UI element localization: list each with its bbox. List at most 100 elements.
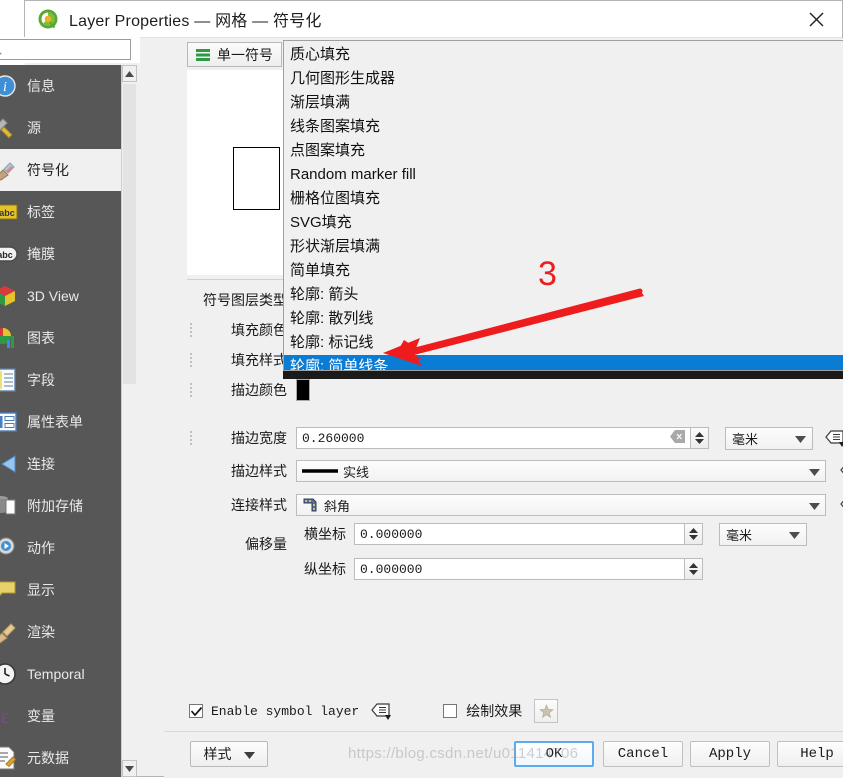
stroke-color-label: 描边颜色 <box>199 380 287 400</box>
list-item[interactable]: Random marker fill <box>284 163 843 187</box>
sidebar-item-label: 附加存储 <box>27 496 83 516</box>
sidebar-item-diagrams[interactable]: 图表 <box>0 317 129 359</box>
sidebar-item-3d-view[interactable]: 3D View <box>0 275 129 317</box>
stroke-color-swatch[interactable] <box>296 379 310 401</box>
sidebar-item-label: 元数据 <box>27 748 69 768</box>
display-icon <box>0 577 18 603</box>
sidebar-item-fields[interactable]: 字段 <box>0 359 129 401</box>
scroll-down-icon[interactable] <box>122 760 137 777</box>
drag-handle[interactable] <box>189 430 193 446</box>
sidebar-item-labels[interactable]: abc 标签 <box>0 191 129 233</box>
stroke-width-row: 描边宽度 0.260000 毫米 <box>187 427 843 449</box>
join-style-row: 连接样式 斜角 <box>187 494 843 516</box>
window-title: Layer Properties — 网格 — 符号化 <box>69 7 322 31</box>
attributes-form-icon <box>0 409 18 435</box>
offset-y-stepper[interactable] <box>685 558 703 580</box>
scroll-up-icon[interactable] <box>122 65 137 82</box>
metadata-icon <box>0 745 18 771</box>
sidebar-item-label: 掩膜 <box>27 244 55 264</box>
search-icon <box>0 42 2 58</box>
draw-effects-checkbox[interactable] <box>443 704 457 718</box>
list-item[interactable]: 渐层填满 <box>284 91 843 115</box>
offset-x-stepper[interactable] <box>685 523 703 545</box>
list-item[interactable]: 轮廓: 标记线 <box>284 331 843 355</box>
data-defined-override-icon[interactable] <box>838 493 843 517</box>
list-item[interactable]: SVG填充 <box>284 211 843 235</box>
sidebar-item-label: 符号化 <box>27 160 69 180</box>
fields-icon <box>0 367 18 393</box>
drag-handle[interactable] <box>189 322 193 338</box>
sidebar-item-label: Temporal <box>27 666 85 682</box>
title-bar: Layer Properties — 网格 — 符号化 <box>25 1 842 38</box>
sidebar-item-attributes-form[interactable]: 属性表单 <box>0 401 129 443</box>
join-style-value: 斜角 <box>324 496 350 515</box>
list-item[interactable]: 轮廓: 散列线 <box>284 307 843 331</box>
list-item[interactable]: 质心填充 <box>284 43 843 67</box>
sidebar-item-label: 属性表单 <box>27 412 83 432</box>
search-input[interactable] <box>5 42 129 58</box>
help-button[interactable]: Help <box>777 741 843 767</box>
sidebar-item-symbology[interactable]: 符号化 <box>0 149 129 191</box>
sidebar-item-label: 源 <box>27 118 41 138</box>
sidebar-item-rendering[interactable]: 渲染 <box>0 611 129 653</box>
chevron-down-icon <box>809 464 820 479</box>
offset-y-input[interactable]: 0.000000 <box>354 558 685 580</box>
offset-x-label: 横坐标 <box>284 524 346 544</box>
stroke-style-label: 描边样式 <box>199 461 287 481</box>
sidebar-item-variables[interactable]: ε 变量 <box>0 695 129 737</box>
stroke-style-row: 描边样式 实线 <box>187 460 843 482</box>
sidebar-item-temporal[interactable]: Temporal <box>0 653 129 695</box>
list-item[interactable]: 栅格位图填充 <box>284 187 843 211</box>
list-item[interactable]: 形状渐层填满 <box>284 235 843 259</box>
properties-sidebar: i 信息 源 符号化 <box>0 65 129 777</box>
stroke-style-combo[interactable]: 实线 <box>296 460 826 482</box>
apply-button[interactable]: Apply <box>690 741 770 767</box>
clear-value-icon[interactable] <box>670 430 685 447</box>
search-box[interactable] <box>0 39 131 60</box>
cancel-button[interactable]: Cancel <box>603 741 683 767</box>
sidebar-item-display[interactable]: 显示 <box>0 569 129 611</box>
offset-y-row: 纵坐标 0.000000 <box>284 558 703 580</box>
annotation-number: 3 <box>538 255 557 294</box>
list-item-selected[interactable]: 轮廓: 简单线条 <box>284 355 843 371</box>
symbol-layer-type-dropdown[interactable]: 质心填充 几何图形生成器 渐层填满 线条图案填充 点图案填充 Random ma… <box>283 40 843 371</box>
join-style-combo[interactable]: 斜角 <box>296 494 826 516</box>
scrollbar-thumb[interactable] <box>123 84 136 384</box>
sidebar-item-information[interactable]: i 信息 <box>0 65 129 107</box>
stroke-style-value: 实线 <box>343 462 369 481</box>
sidebar-item-label: 显示 <box>27 580 55 600</box>
diagrams-icon <box>0 325 18 351</box>
sidebar-item-source[interactable]: 源 <box>0 107 129 149</box>
offset-y-value: 0.000000 <box>360 562 422 577</box>
drag-handle[interactable] <box>189 352 193 368</box>
temporal-icon <box>0 661 18 687</box>
stroke-width-stepper[interactable] <box>691 427 709 449</box>
sidebar-item-label: 字段 <box>27 370 55 390</box>
star-effects-icon[interactable] <box>534 699 558 723</box>
list-item[interactable]: 轮廓: 箭头 <box>284 283 843 307</box>
enable-symbol-layer-checkbox[interactable] <box>189 704 203 718</box>
data-defined-override-icon[interactable] <box>838 459 843 483</box>
close-icon[interactable] <box>796 4 836 34</box>
data-defined-override-icon[interactable] <box>371 702 391 720</box>
sidebar-item-metadata[interactable]: 元数据 <box>0 737 129 777</box>
single-symbol-icon <box>195 48 211 62</box>
sidebar-scrollbar[interactable] <box>121 65 137 777</box>
list-item[interactable]: 几何图形生成器 <box>284 67 843 91</box>
sidebar-item-actions[interactable]: 动作 <box>0 527 129 569</box>
sidebar-item-masks[interactable]: abc 掩膜 <box>0 233 129 275</box>
stroke-width-input[interactable]: 0.260000 <box>296 427 691 449</box>
symbol-preview-swatch <box>233 147 280 210</box>
offset-x-input[interactable]: 0.000000 <box>354 523 685 545</box>
offset-unit-combo[interactable]: 毫米 <box>719 523 807 546</box>
chevron-down-icon <box>795 431 806 446</box>
stroke-width-unit-combo[interactable]: 毫米 <box>725 427 813 450</box>
list-item[interactable]: 线条图案填充 <box>284 115 843 139</box>
renderer-type-combo[interactable]: 单一符号 <box>187 42 282 67</box>
list-item[interactable]: 简单填充 <box>284 259 843 283</box>
data-defined-override-icon[interactable] <box>823 426 843 450</box>
list-item[interactable]: 点图案填充 <box>284 139 843 163</box>
sidebar-item-auxiliary-storage[interactable]: 附加存储 <box>0 485 129 527</box>
sidebar-item-joins[interactable]: 连接 <box>0 443 129 485</box>
drag-handle[interactable] <box>189 382 193 398</box>
